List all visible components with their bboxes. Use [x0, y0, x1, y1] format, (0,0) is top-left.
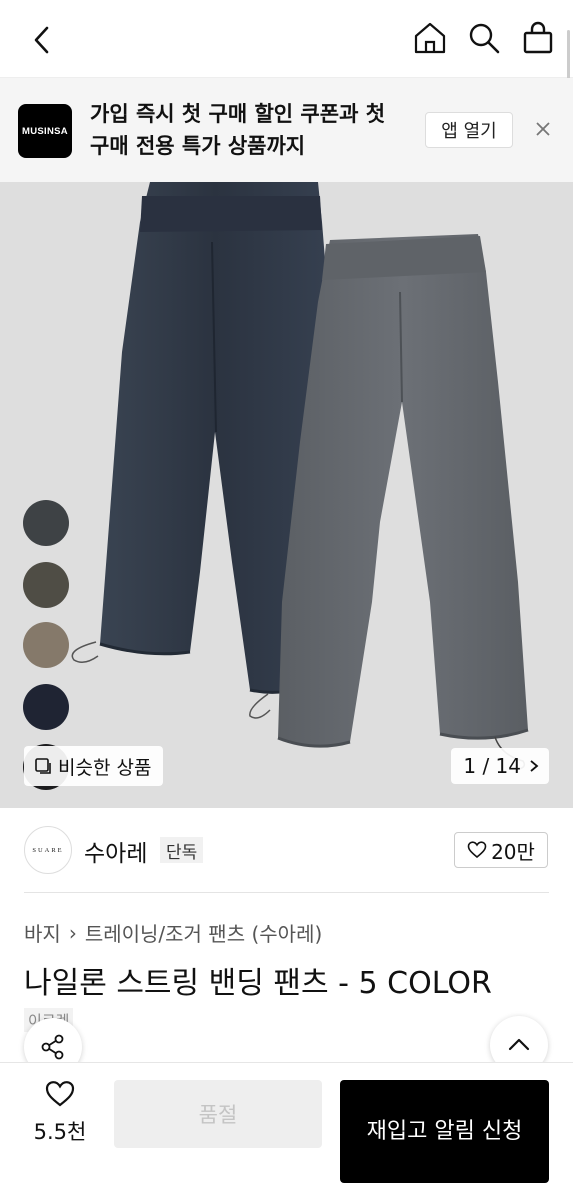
divider	[24, 892, 549, 893]
image-counter[interactable]: 1 / 14	[451, 748, 549, 784]
brand-logo[interactable]: SUARE	[24, 826, 72, 874]
chevron-up-icon	[508, 1038, 530, 1051]
share-icon	[41, 1034, 64, 1060]
color-swatch-charcoal[interactable]	[23, 500, 69, 546]
banner-message: 가입 즉시 첫 구매 할인 쿠폰과 첫 구매 전용 특가 상품까지	[90, 102, 386, 158]
brand-like-button[interactable]: 20만	[454, 832, 548, 868]
home-button[interactable]	[413, 18, 447, 58]
similar-products-icon	[35, 758, 51, 774]
top-navigation-bar	[0, 0, 573, 78]
musinsa-logo: MUSINSA	[18, 104, 72, 158]
product-image	[71, 182, 529, 770]
wishlist-count: 5.5천	[33, 1120, 87, 1144]
app-install-banner: MUSINSA 가입 즉시 첫 구매 할인 쿠폰과 첫 구매 전용 특가 상품까…	[0, 78, 573, 182]
chevron-left-icon	[34, 26, 49, 54]
breadcrumb-item-subcategory[interactable]: 트레이닝/조거 팬츠 (수아레)	[85, 918, 322, 947]
soldout-button: 품절	[114, 1080, 322, 1148]
brand-name[interactable]: 수아레	[84, 834, 147, 868]
back-button[interactable]	[22, 20, 62, 60]
wishlist-button[interactable]: 5.5천	[26, 1080, 94, 1146]
color-swatch-navy[interactable]	[23, 684, 69, 730]
color-swatch-khaki[interactable]	[23, 562, 69, 608]
breadcrumb-separator: ›	[68, 920, 77, 945]
heart-icon	[45, 1081, 75, 1107]
cart-button[interactable]	[521, 18, 555, 58]
shopping-bag-icon	[523, 21, 553, 54]
close-icon	[536, 122, 550, 136]
heart-icon	[467, 841, 487, 859]
product-title: 나일론 스트링 밴딩 팬츠 - 5 COLOR	[24, 966, 492, 1001]
restock-alert-button[interactable]: 재입고 알림 신청	[340, 1080, 549, 1183]
search-button[interactable]	[467, 18, 501, 58]
similar-products-label: 비슷한 상품	[58, 756, 152, 779]
open-app-button[interactable]: 앱 열기	[425, 112, 513, 148]
brand-like-count: 20만	[491, 839, 535, 864]
home-icon	[414, 22, 446, 54]
chevron-right-icon	[530, 760, 539, 772]
product-image-gallery[interactable]: 비슷한 상품 1 / 14	[0, 182, 573, 808]
breadcrumb: 바지 › 트레이닝/조거 팬츠 (수아레)	[24, 918, 322, 947]
color-swatch-beige[interactable]	[23, 622, 69, 668]
breadcrumb-item-category[interactable]: 바지	[24, 918, 61, 947]
banner-close-button[interactable]	[532, 118, 554, 140]
similar-products-button[interactable]: 비슷한 상품	[24, 746, 164, 786]
search-icon	[469, 23, 500, 54]
exclusive-badge: 단독	[160, 837, 204, 863]
image-counter-label: 1 / 14	[463, 754, 521, 778]
